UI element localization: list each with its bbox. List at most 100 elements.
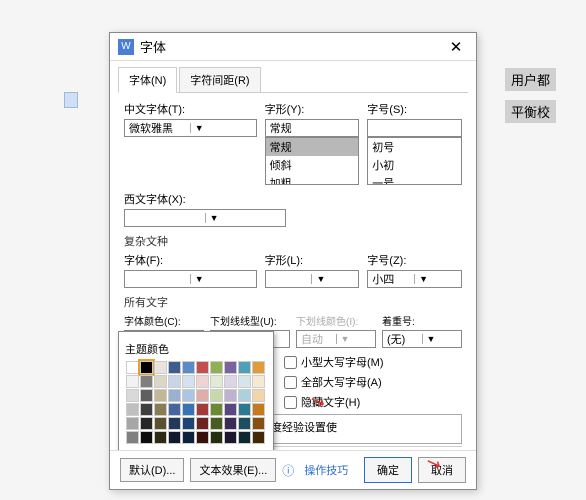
size-opt[interactable]: 小初 [368, 156, 461, 174]
color-swatch[interactable] [126, 361, 139, 374]
chevron-down-icon[interactable]: ▼ [414, 274, 461, 284]
color-swatch[interactable] [154, 389, 167, 402]
color-swatch[interactable] [224, 389, 237, 402]
chevron-down-icon[interactable]: ▼ [311, 274, 358, 284]
cn-font-combo[interactable]: 微软雅黑 ▼ [124, 119, 257, 137]
allcaps-label: 全部大写字母(A) [301, 374, 382, 390]
color-swatch[interactable] [168, 375, 181, 388]
color-swatch[interactable] [252, 431, 265, 444]
color-swatch[interactable] [154, 375, 167, 388]
color-swatch[interactable] [196, 361, 209, 374]
style-l-combo[interactable]: ▼ [265, 270, 360, 288]
color-swatch[interactable] [196, 375, 209, 388]
color-swatch[interactable] [140, 431, 153, 444]
chevron-down-icon[interactable]: ▼ [422, 334, 462, 344]
color-swatch[interactable] [126, 431, 139, 444]
color-swatch[interactable] [182, 417, 195, 430]
allcaps-checkbox[interactable] [284, 376, 297, 389]
color-swatch[interactable] [126, 389, 139, 402]
hidden-checkbox[interactable] [284, 396, 297, 409]
color-swatch[interactable] [196, 431, 209, 444]
color-swatch[interactable] [154, 417, 167, 430]
color-swatch[interactable] [252, 417, 265, 430]
style-input[interactable]: 常规 [265, 119, 360, 137]
color-swatch[interactable] [154, 361, 167, 374]
size-listbox[interactable]: 初号 小初 一号 [367, 137, 462, 185]
color-swatch[interactable] [238, 403, 251, 416]
color-swatch[interactable] [210, 431, 223, 444]
tab-spacing[interactable]: 字符间距(R) [179, 67, 260, 92]
west-font-combo[interactable]: ▼ [124, 209, 286, 227]
color-swatch[interactable] [182, 431, 195, 444]
color-swatch[interactable] [238, 431, 251, 444]
color-swatch[interactable] [154, 431, 167, 444]
color-swatch[interactable] [168, 389, 181, 402]
color-swatch[interactable] [182, 403, 195, 416]
chevron-down-icon[interactable]: ▼ [190, 274, 256, 284]
color-swatch[interactable] [238, 361, 251, 374]
default-button[interactable]: 默认(D)... [120, 458, 184, 482]
smallcaps-checkbox[interactable] [284, 356, 297, 369]
emphasis-label: 着重号: [382, 313, 462, 328]
size-z-combo[interactable]: 小四▼ [367, 270, 462, 288]
color-swatch[interactable] [210, 417, 223, 430]
color-swatch[interactable] [140, 361, 153, 374]
color-swatch[interactable] [238, 389, 251, 402]
style-listbox[interactable]: 常规 倾斜 加粗 [265, 137, 360, 185]
size-input[interactable] [367, 119, 462, 137]
dialog-title: 字体 [140, 37, 444, 56]
color-swatch[interactable] [238, 417, 251, 430]
color-swatch[interactable] [140, 375, 153, 388]
emphasis-combo[interactable]: (无)▼ [382, 330, 462, 348]
color-swatch[interactable] [196, 389, 209, 402]
color-swatch[interactable] [126, 375, 139, 388]
tips-link[interactable]: 操作技巧 [304, 462, 348, 478]
size-opt[interactable]: 初号 [368, 138, 461, 156]
textfx-button[interactable]: 文本效果(E)... [190, 458, 276, 482]
color-swatch[interactable] [182, 375, 195, 388]
theme-colors-label: 主题颜色 [125, 341, 267, 357]
size-opt[interactable]: 一号 [368, 174, 461, 185]
color-swatch[interactable] [210, 403, 223, 416]
color-swatch[interactable] [196, 417, 209, 430]
color-picker-popup: 主题颜色 标准颜色 自动 更多颜色(M)... [118, 331, 274, 450]
color-swatch[interactable] [154, 403, 167, 416]
color-swatch[interactable] [238, 375, 251, 388]
font-f-combo[interactable]: ▼ [124, 270, 257, 288]
color-swatch[interactable] [168, 403, 181, 416]
style-opt[interactable]: 倾斜 [266, 156, 359, 174]
chevron-down-icon[interactable]: ▼ [205, 213, 286, 223]
ok-button[interactable]: 确定 [364, 457, 412, 483]
color-swatch[interactable] [210, 375, 223, 388]
color-swatch[interactable] [126, 403, 139, 416]
color-swatch[interactable] [224, 417, 237, 430]
color-swatch[interactable] [252, 361, 265, 374]
color-swatch[interactable] [224, 361, 237, 374]
color-swatch[interactable] [168, 361, 181, 374]
color-swatch[interactable] [196, 403, 209, 416]
color-swatch[interactable] [182, 389, 195, 402]
color-swatch[interactable] [168, 431, 181, 444]
color-swatch[interactable] [224, 375, 237, 388]
color-swatch[interactable] [140, 403, 153, 416]
dialog-body: 中文字体(T): 微软雅黑 ▼ 字形(Y): 常规 常规 倾斜 加粗 字号(S)… [110, 93, 476, 450]
color-swatch[interactable] [168, 417, 181, 430]
color-swatch[interactable] [252, 375, 265, 388]
style-opt[interactable]: 加粗 [266, 174, 359, 185]
close-button[interactable]: ✕ [444, 38, 468, 56]
color-swatch[interactable] [210, 361, 223, 374]
color-swatch[interactable] [140, 417, 153, 430]
color-swatch[interactable] [224, 431, 237, 444]
color-swatch[interactable] [126, 417, 139, 430]
tab-font[interactable]: 字体(N) [118, 67, 177, 93]
style-opt[interactable]: 常规 [266, 138, 359, 156]
color-swatch[interactable] [140, 389, 153, 402]
cancel-button[interactable]: 取消 [418, 457, 466, 483]
color-swatch[interactable] [182, 361, 195, 374]
size-z-label: 字号(Z): [367, 252, 462, 268]
color-swatch[interactable] [252, 389, 265, 402]
chevron-down-icon[interactable]: ▼ [190, 123, 256, 133]
color-swatch[interactable] [210, 389, 223, 402]
color-swatch[interactable] [252, 403, 265, 416]
color-swatch[interactable] [224, 403, 237, 416]
